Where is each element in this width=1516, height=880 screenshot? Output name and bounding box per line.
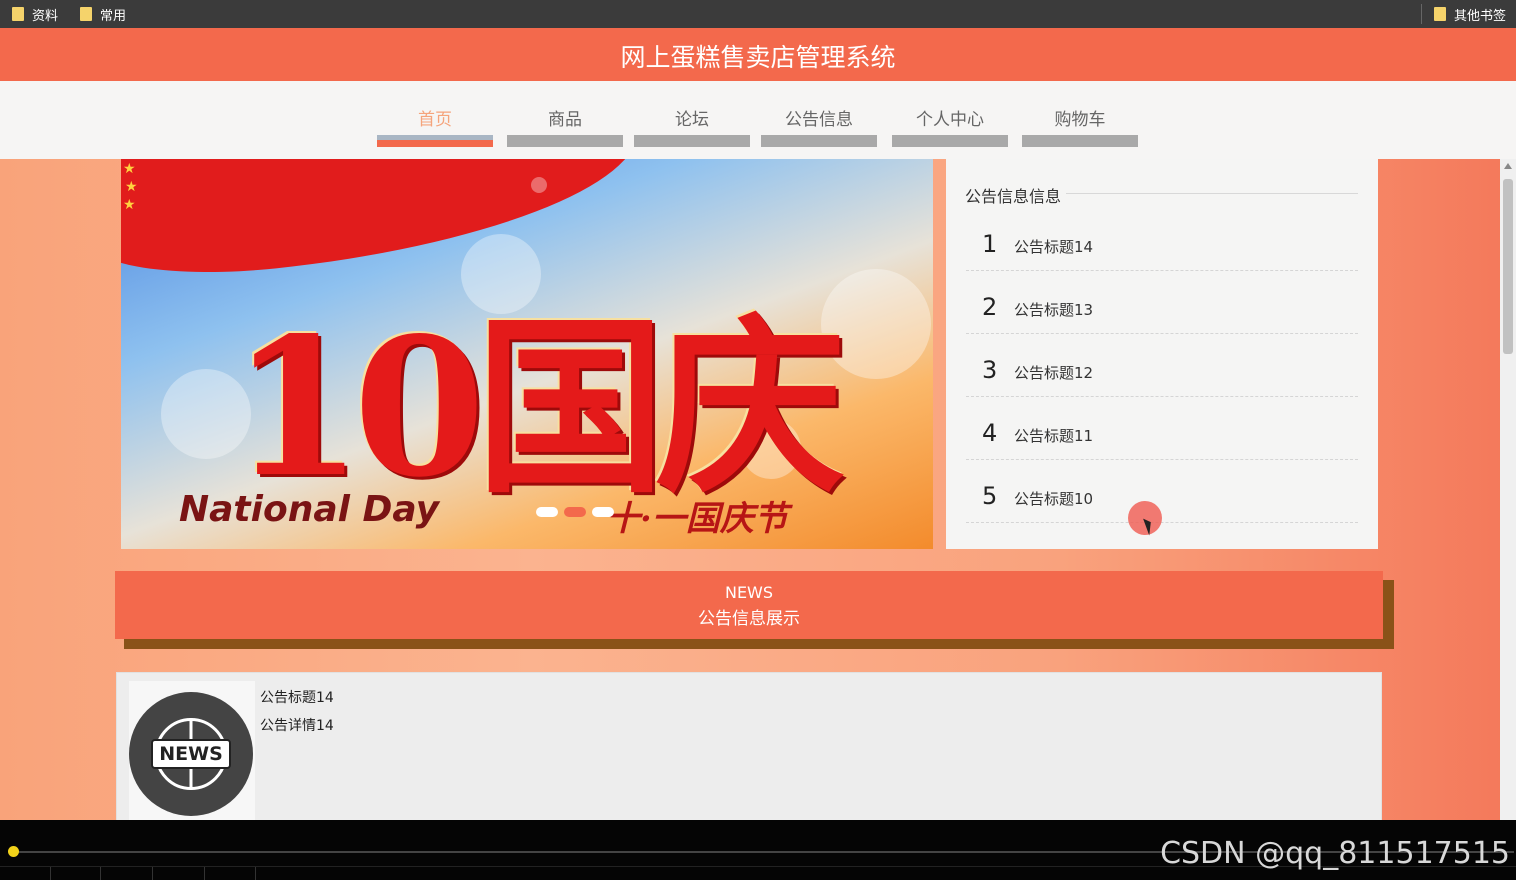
news-heading: NEWS 公告信息展示 bbox=[115, 571, 1383, 639]
nav-underline bbox=[507, 135, 623, 147]
nav-label: 个人中心 bbox=[916, 110, 984, 130]
banner-headline: 10国庆 bbox=[231, 296, 845, 519]
divider bbox=[255, 867, 256, 880]
news-globe-icon: NEWS bbox=[129, 692, 253, 816]
nav-underline bbox=[761, 135, 877, 147]
news-card-detail: 公告详情14 bbox=[260, 718, 334, 734]
folder-icon bbox=[1434, 7, 1446, 21]
notice-title: 公告标题14 bbox=[1014, 238, 1094, 256]
other-bookmarks-label: 其他书签 bbox=[1454, 8, 1507, 24]
banner-english: National Day bbox=[179, 489, 440, 530]
banner-chinese: 十·一国庆节 bbox=[606, 499, 788, 539]
notice-item[interactable]: 2 公告标题13 bbox=[966, 271, 1358, 334]
notice-item[interactable]: 5 公告标题10 bbox=[966, 460, 1358, 523]
bookmark-divider bbox=[1421, 4, 1422, 24]
notice-item[interactable]: 3 公告标题12 bbox=[966, 334, 1358, 397]
divider bbox=[152, 867, 153, 880]
nav-label: 公告信息 bbox=[785, 110, 853, 130]
nav-item-notices[interactable]: 公告信息 bbox=[761, 105, 877, 147]
divider bbox=[100, 867, 101, 880]
folder-icon bbox=[80, 7, 92, 21]
notice-panel: 公告信息信息 1 公告标题14 2 公告标题13 3 公告标题12 4 公告标题… bbox=[946, 159, 1378, 549]
star-icon: ★ bbox=[123, 161, 136, 177]
notice-title: 公告标题13 bbox=[1014, 301, 1094, 319]
nav-item-profile[interactable]: 个人中心 bbox=[892, 105, 1008, 147]
notice-item[interactable]: 4 公告标题11 bbox=[966, 397, 1358, 460]
nav-underline bbox=[1022, 135, 1138, 147]
carousel-dot[interactable] bbox=[536, 507, 558, 517]
notice-title: 公告标题12 bbox=[1014, 364, 1094, 382]
banner-carousel[interactable]: ★ ★ ★ 10国庆 National Day 十·一国庆节 bbox=[121, 159, 933, 549]
divider bbox=[204, 867, 205, 880]
notice-item[interactable]: 1 公告标题14 bbox=[966, 208, 1358, 271]
page-viewport: 网上蛋糕售卖店管理系统 首页 商品 论坛 公告信息 个人中心 购物车 ★ ★ ★… bbox=[0, 28, 1516, 820]
news-thumbnail[interactable]: NEWS bbox=[129, 681, 255, 820]
bookmark-label: 常用 bbox=[100, 8, 127, 24]
divider bbox=[50, 867, 51, 880]
notice-panel-title: 公告信息信息 bbox=[965, 187, 1062, 206]
notice-title: 公告标题11 bbox=[1014, 427, 1094, 445]
other-bookmarks[interactable]: 其他书签 bbox=[1434, 5, 1507, 24]
nav-item-forum[interactable]: 论坛 bbox=[634, 105, 750, 147]
bookmark-label: 资料 bbox=[32, 8, 59, 24]
site-title: 网上蛋糕售卖店管理系统 bbox=[620, 43, 896, 72]
news-heading-cn: 公告信息展示 bbox=[698, 609, 800, 629]
folder-icon bbox=[12, 7, 24, 21]
nav-underline bbox=[892, 135, 1008, 147]
bookmarks-bar: 资料 常用 其他书签 bbox=[0, 0, 1516, 28]
star-icon: ★ bbox=[123, 197, 136, 213]
bubble-decoration bbox=[531, 177, 547, 193]
nav-item-home[interactable]: 首页 bbox=[377, 105, 493, 147]
nav-label: 首页 bbox=[418, 110, 452, 130]
nav-label: 购物车 bbox=[1054, 110, 1106, 130]
news-icon-label: NEWS bbox=[151, 739, 231, 769]
carousel-dots bbox=[536, 507, 614, 517]
news-heading-en: NEWS bbox=[724, 583, 774, 602]
carousel-dot-active[interactable] bbox=[564, 507, 586, 517]
scroll-up-arrow-icon[interactable] bbox=[1504, 163, 1512, 169]
progress-knob[interactable] bbox=[8, 846, 19, 857]
notice-number: 4 bbox=[982, 419, 998, 447]
notice-number: 5 bbox=[982, 482, 998, 510]
star-icon: ★ bbox=[125, 179, 138, 195]
bookmark-folder-changyong[interactable]: 常用 bbox=[80, 5, 127, 24]
nav-item-cart[interactable]: 购物车 bbox=[1022, 105, 1138, 147]
news-card-title[interactable]: 公告标题14 bbox=[260, 687, 334, 707]
bubble-decoration bbox=[821, 269, 931, 379]
nav-label: 商品 bbox=[548, 110, 582, 130]
carousel-dot[interactable] bbox=[592, 507, 614, 517]
nav-underline bbox=[377, 135, 493, 147]
csdn-watermark: CSDN @qq_811517515 bbox=[1160, 836, 1510, 871]
bookmark-folder-ziliao[interactable]: 资料 bbox=[12, 5, 59, 24]
notice-number: 1 bbox=[982, 230, 998, 258]
site-header: 网上蛋糕售卖店管理系统 bbox=[0, 28, 1516, 81]
nav-label: 论坛 bbox=[675, 110, 709, 130]
divider bbox=[1066, 193, 1358, 194]
notice-number: 3 bbox=[982, 356, 998, 384]
main-nav: 首页 商品 论坛 公告信息 个人中心 购物车 bbox=[0, 81, 1516, 159]
scroll-thumb[interactable] bbox=[1503, 179, 1513, 354]
news-card[interactable]: NEWS 公告标题14 公告详情14 bbox=[116, 672, 1382, 820]
video-player-bar: CSDN @qq_811517515 bbox=[0, 820, 1516, 880]
notice-title: 公告标题10 bbox=[1014, 490, 1094, 508]
nav-underline bbox=[634, 135, 750, 147]
nav-item-products[interactable]: 商品 bbox=[507, 105, 623, 147]
notice-number: 2 bbox=[982, 293, 998, 321]
page-scrollbar[interactable] bbox=[1500, 159, 1516, 820]
